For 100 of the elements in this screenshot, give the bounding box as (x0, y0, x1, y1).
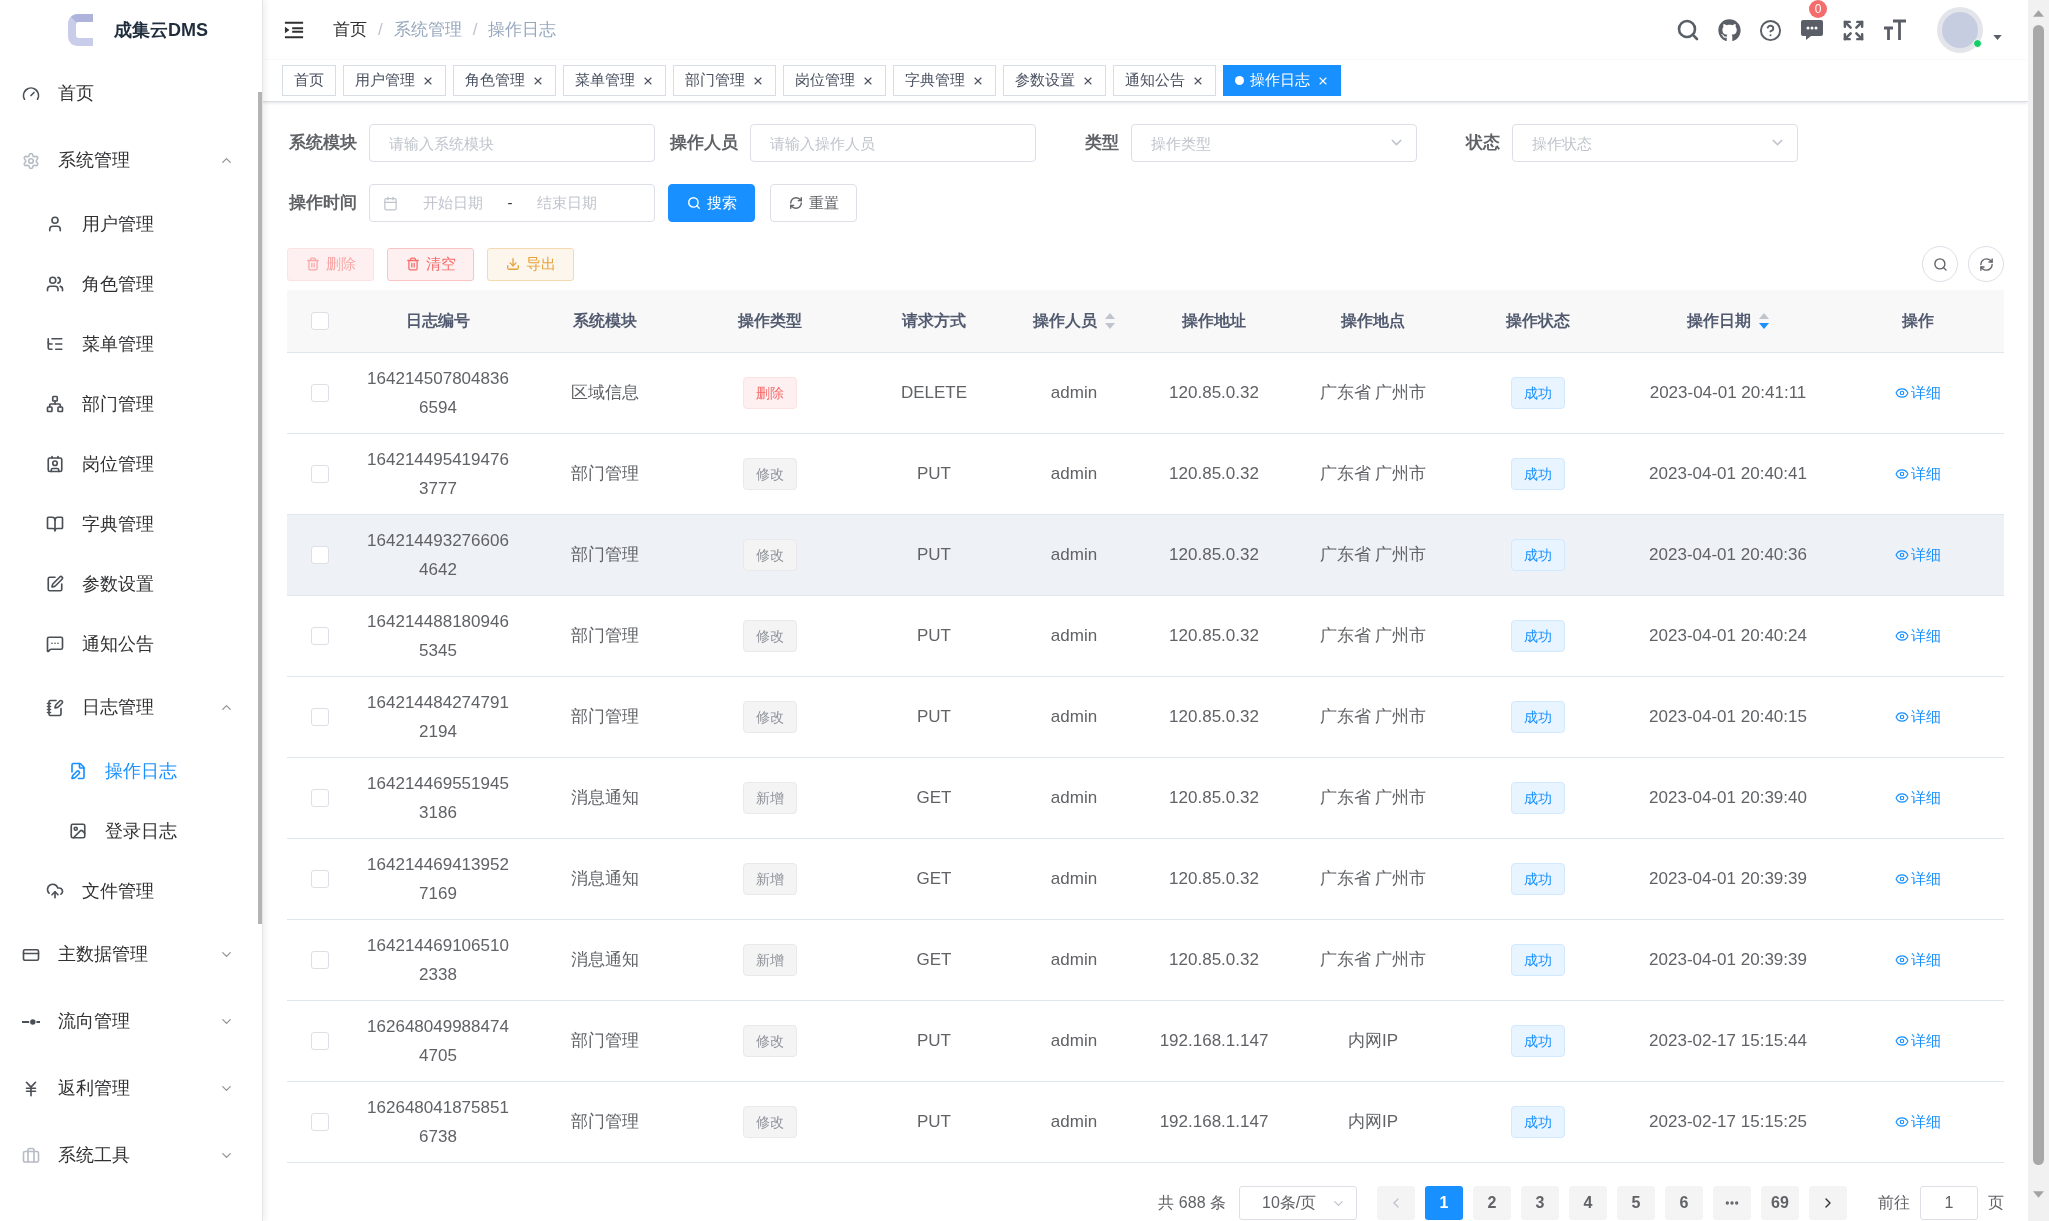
menu-group[interactable]: 返利管理 (0, 1055, 262, 1122)
scroll-down-arrow-icon[interactable] (2033, 1191, 2044, 1198)
toggle-search-button[interactable] (1922, 246, 1958, 282)
page-tab[interactable]: 字典管理 (893, 65, 996, 96)
more-pages-button[interactable] (1713, 1186, 1751, 1220)
checkbox[interactable] (311, 870, 329, 888)
sort-icon[interactable] (1759, 313, 1769, 329)
table-cell-text: 1642144954194763777 (366, 449, 510, 500)
menu-toggle-icon[interactable] (283, 20, 305, 40)
page-button[interactable]: 2 (1473, 1186, 1511, 1220)
menu-item[interactable]: 首页 (0, 60, 262, 127)
menu-item[interactable]: 文件管理 (0, 861, 262, 921)
scrollbar-thumb[interactable] (2033, 25, 2044, 1165)
page-jump-input[interactable]: 1 (1920, 1186, 1978, 1220)
text-input[interactable]: 请输入操作人员 (750, 124, 1036, 162)
menu-group[interactable]: 日志管理 (0, 674, 262, 741)
search-icon[interactable] (1676, 18, 1700, 42)
reset-button[interactable]: 重置 (770, 184, 857, 222)
menu-group[interactable]: 流向管理 (0, 988, 262, 1055)
table-cell-text: 1642144932766064642 (366, 530, 510, 581)
page-button[interactable]: 5 (1617, 1186, 1655, 1220)
page-tab[interactable]: 通知公告 (1113, 65, 1216, 96)
search-icon (686, 196, 701, 210)
checkbox[interactable] (311, 951, 329, 969)
page-tab[interactable]: 用户管理 (343, 65, 446, 96)
avatar[interactable] (1937, 7, 1983, 53)
sidebar-scrollbar-thumb[interactable] (258, 92, 262, 924)
menu-item[interactable]: 字典管理 (0, 494, 262, 554)
checkbox[interactable] (311, 708, 329, 726)
menu-item[interactable]: 菜单管理 (0, 314, 262, 374)
table-cell-text: 广东省 广州市 (1319, 787, 1427, 810)
breadcrumb-separator: / (472, 19, 478, 42)
table-cell-text: 120.85.0.32 (1169, 868, 1259, 891)
line-dot-icon (22, 1017, 40, 1026)
menu-item[interactable]: 参数设置 (0, 554, 262, 614)
page-button[interactable]: 4 (1569, 1186, 1607, 1220)
menu-group[interactable]: 系统工具 (0, 1122, 262, 1189)
start-date-input[interactable]: 开始日期 (408, 191, 498, 215)
select-field[interactable]: 操作类型 (1131, 124, 1417, 162)
checkbox[interactable] (311, 312, 329, 330)
table-cell-text: 2023-04-01 20:41:11 (1649, 382, 1807, 405)
page-button[interactable]: 3 (1521, 1186, 1559, 1220)
checkbox[interactable] (311, 789, 329, 807)
scroll-up-arrow-icon[interactable] (2033, 10, 2044, 17)
sort-icon[interactable] (1105, 313, 1115, 329)
table-cell-text: 2023-04-01 20:40:15 (1649, 706, 1807, 729)
operation-type-tag: 修改 (743, 701, 797, 733)
page-tab[interactable]: 角色管理 (453, 65, 556, 96)
menu-item[interactable]: 岗位管理 (0, 434, 262, 494)
table-cell-text: 2023-04-01 20:39:39 (1649, 949, 1807, 972)
table-cell-text: 120.85.0.32 (1169, 544, 1259, 567)
table-cell-text: 120.85.0.32 (1169, 949, 1259, 972)
menu-item[interactable]: 部门管理 (0, 374, 262, 434)
page-button[interactable]: 6 (1665, 1186, 1703, 1220)
checkbox[interactable] (311, 1032, 329, 1050)
page-tab[interactable]: 部门管理 (673, 65, 776, 96)
download-icon (505, 257, 520, 271)
operation-type-tag: 删除 (743, 377, 797, 409)
github-icon[interactable] (1718, 18, 1741, 42)
breadcrumb-link[interactable]: 首页 (333, 17, 367, 43)
checkbox[interactable] (311, 465, 329, 483)
page-tab[interactable]: 首页 (282, 65, 336, 96)
field-label: 系统模块 (288, 132, 358, 155)
table-cell-text: admin (1050, 949, 1098, 972)
table-cell-text: admin (1050, 463, 1098, 486)
font-size-icon[interactable] (1883, 19, 1907, 41)
page-button[interactable]: 69 (1761, 1186, 1799, 1220)
menu-group[interactable]: 主数据管理 (0, 921, 262, 988)
end-date-input[interactable]: 结束日期 (522, 191, 612, 215)
menu-group[interactable]: 系统管理 (0, 127, 262, 194)
operation-type-tag: 修改 (743, 1106, 797, 1138)
chat-icon[interactable] (1800, 19, 1824, 41)
checkbox[interactable] (311, 627, 329, 645)
checkbox[interactable] (311, 384, 329, 402)
text-input[interactable]: 请输入系统模块 (369, 124, 655, 162)
jump-unit: 页 (1988, 1193, 2004, 1213)
caret-down-icon[interactable] (1993, 34, 2002, 40)
page-tab[interactable]: 岗位管理 (783, 65, 886, 96)
checkbox[interactable] (311, 546, 329, 564)
column-header: 操作人员 (1033, 311, 1097, 331)
next-page-button[interactable] (1809, 1186, 1847, 1220)
select-field[interactable]: 操作状态 (1512, 124, 1798, 162)
menu-item[interactable]: 通知公告 (0, 614, 262, 674)
refresh-button[interactable] (1968, 246, 2004, 282)
operation-type-tag: 新增 (743, 782, 797, 814)
menu-item[interactable]: 登录日志 (0, 801, 262, 861)
people-icon (46, 275, 64, 293)
menu-item[interactable]: 用户管理 (0, 194, 262, 254)
fullscreen-icon[interactable] (1842, 18, 1865, 42)
page-tab[interactable]: 菜单管理 (563, 65, 666, 96)
page-tab[interactable]: 参数设置 (1003, 65, 1106, 96)
page-size-select[interactable]: 10条/页 (1239, 1186, 1357, 1220)
table-cell-text: 内网IP (1347, 1030, 1399, 1053)
help-icon[interactable] (1759, 18, 1782, 42)
eye-icon (1894, 629, 1909, 643)
menu-item[interactable]: 角色管理 (0, 254, 262, 314)
checkbox[interactable] (311, 1113, 329, 1131)
eye-icon (1894, 953, 1909, 967)
table-row[interactable]: 1642144932766064642 部门管理 修改 PUT admin 120.85.0.32 广东省 广州市 成功 2023-04-01 20:40:36 详细 (287, 515, 2004, 596)
trash-icon (405, 257, 420, 271)
